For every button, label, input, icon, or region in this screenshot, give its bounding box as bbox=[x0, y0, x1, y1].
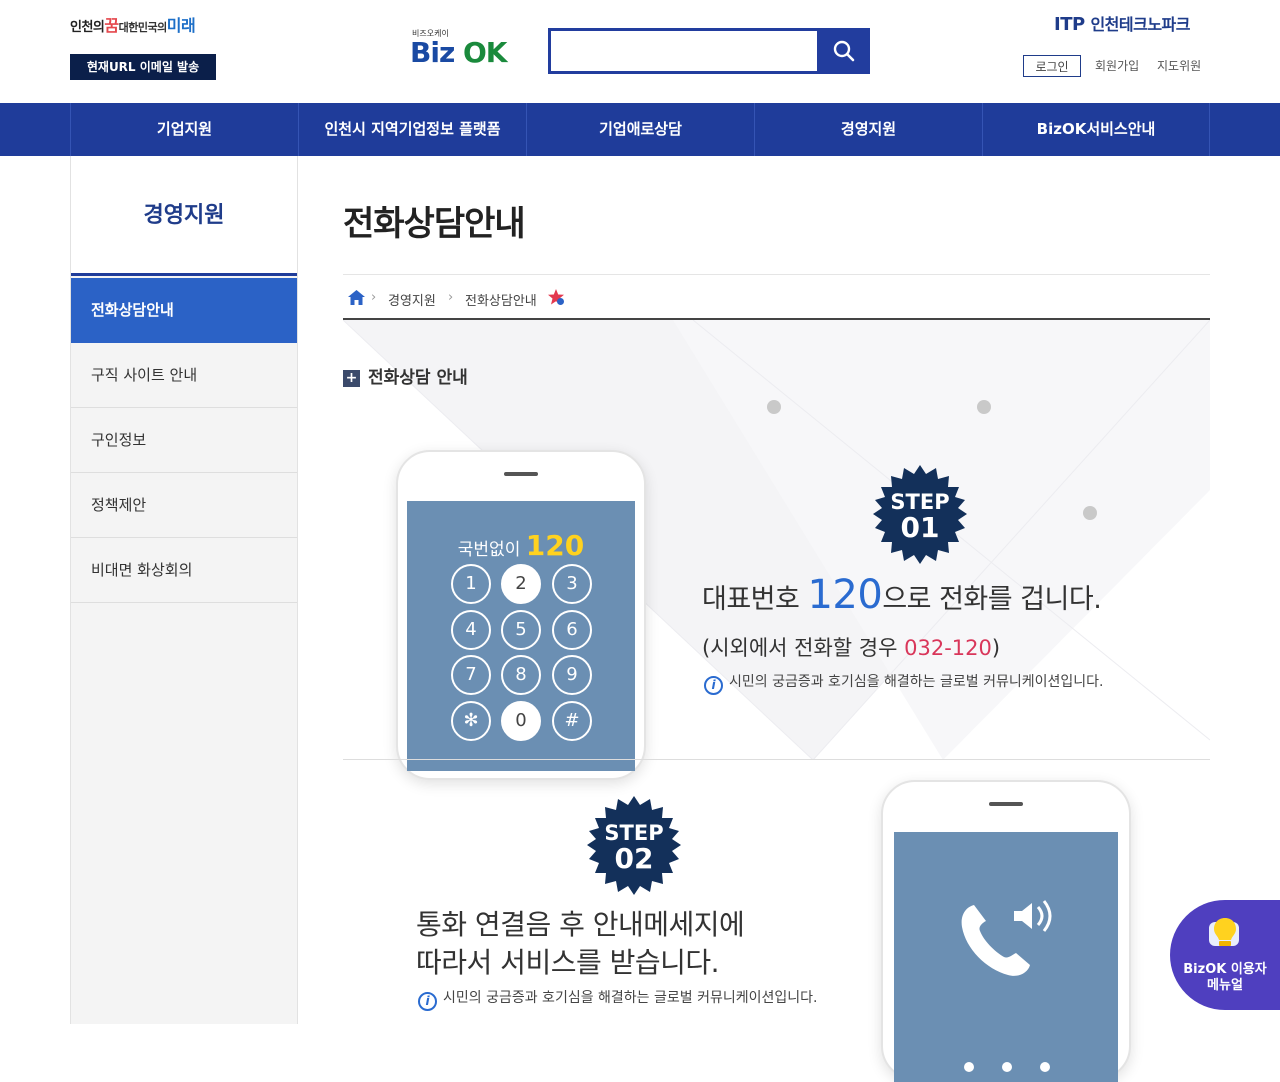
side-item-phone-consult[interactable]: 전화상담안내 bbox=[71, 278, 297, 343]
side-item-job-sites[interactable]: 구직 사이트 안내 bbox=[71, 343, 297, 408]
dot-indicator bbox=[1040, 1062, 1050, 1072]
email-url-button[interactable]: 현재URL 이메일 발송 bbox=[70, 54, 216, 80]
nav-item-regional-platform[interactable]: 인천시 지역기업정보 플랫폼 bbox=[298, 103, 526, 156]
site-header: 인천의꿈대한민국의미래 현재URL 이메일 발송 비즈오케이 Biz OK IT… bbox=[0, 0, 1280, 103]
bizok-logo[interactable]: 비즈오케이 Biz OK bbox=[410, 28, 530, 74]
step1-sub-pre: (시외에서 전화할 경우 bbox=[702, 636, 905, 660]
dial-key-1: 1 bbox=[451, 564, 491, 604]
phone-speaker bbox=[504, 472, 538, 476]
section-title: + 전화상담 안내 bbox=[343, 363, 468, 388]
dial-key-6: 6 bbox=[552, 610, 592, 650]
side-item-video-meeting[interactable]: 비대면 화상회의 bbox=[71, 538, 297, 603]
home-icon[interactable] bbox=[348, 290, 365, 305]
dial-key-hash: # bbox=[552, 701, 592, 741]
itp-name: 인천테크노파크 bbox=[1090, 15, 1190, 34]
search-input[interactable] bbox=[551, 31, 817, 71]
breadcrumb-item-current: 전화상담안내 bbox=[465, 294, 537, 309]
dot-indicator bbox=[1002, 1062, 1012, 1072]
login-link[interactable]: 로그인 bbox=[1023, 55, 1081, 77]
dial-prefix: 국번없이 bbox=[457, 540, 521, 560]
dial-key-2: 2 bbox=[501, 564, 541, 604]
main-nav: 기업지원 인천시 지역기업정보 플랫폼 기업애로상담 경영지원 BizOK서비스… bbox=[0, 103, 1280, 156]
join-link[interactable]: 회원가입 bbox=[1095, 55, 1139, 77]
logo-text: Biz OK bbox=[410, 36, 507, 69]
nav-item-consulting[interactable]: 기업애로상담 bbox=[526, 103, 754, 156]
search-icon bbox=[833, 40, 855, 62]
dial-key-9: 9 bbox=[552, 655, 592, 695]
itp-logo[interactable]: ITP 인천테크노파크 bbox=[1054, 11, 1214, 37]
nav-item-management[interactable]: 경영지원 bbox=[754, 103, 982, 156]
phone-speaker bbox=[989, 802, 1023, 806]
dial-title: 국번없이 120 bbox=[407, 529, 635, 562]
phone-screen bbox=[894, 832, 1118, 1082]
phone-dialpad-illustration: 국번없이 120 1 2 3 4 5 6 7 8 9 ✻ 0 # bbox=[396, 450, 646, 780]
step1-info-text: 시민의 궁금증과 호기심을 해결하는 글로벌 커뮤니케이션입니다. bbox=[729, 674, 1104, 690]
page-title: 전화상담안내 bbox=[343, 204, 526, 244]
slogan-part: 인천의 bbox=[70, 20, 105, 35]
step2-line2: 따라서 서비스를 받습니다. bbox=[416, 946, 720, 979]
side-item-policy[interactable]: 정책제안 bbox=[71, 473, 297, 538]
step1-info: i 시민의 궁금증과 호기심을 해결하는 글로벌 커뮤니케이션입니다. bbox=[704, 671, 1103, 695]
user-manual-line1: BizOK 이용자 bbox=[1183, 962, 1267, 977]
step1-sub-number: 032-120 bbox=[904, 636, 992, 660]
plus-icon: + bbox=[343, 370, 360, 387]
dial-key-star: ✻ bbox=[451, 701, 491, 741]
step2-info-text: 시민의 궁금증과 호기심을 해결하는 글로벌 커뮤니케이션입니다. bbox=[443, 990, 818, 1006]
dial-key-4: 4 bbox=[451, 610, 491, 650]
dial-number: 120 bbox=[525, 529, 585, 562]
section-title-text: 전화상담 안내 bbox=[368, 368, 468, 388]
slogan-part: 꿈 bbox=[104, 16, 119, 35]
dial-key-3: 3 bbox=[552, 564, 592, 604]
user-manual-label: BizOK 이용자 메뉴얼 bbox=[1170, 962, 1280, 994]
breadcrumb-item[interactable]: 경영지원 bbox=[388, 290, 436, 309]
dial-key-5: 5 bbox=[501, 610, 541, 650]
step1-text-number: 120 bbox=[807, 572, 883, 618]
dial-key-8: 8 bbox=[501, 655, 541, 695]
step1-main-text: 대표번호 120으로 전화를 겁니다. bbox=[702, 572, 1102, 618]
step-number: 02 bbox=[614, 842, 654, 875]
step2-info: i 시민의 궁금증과 호기심을 해결하는 글로벌 커뮤니케이션입니다. bbox=[418, 987, 817, 1011]
nav-item-bizok-service[interactable]: BizOK서비스안내 bbox=[982, 103, 1210, 156]
favorite-star-icon[interactable] bbox=[547, 288, 565, 306]
user-manual-floating-button[interactable]: BizOK 이용자 메뉴얼 bbox=[1170, 900, 1280, 1010]
phone-call-icon bbox=[961, 900, 1052, 976]
step2-line1: 통화 연결음 후 안내메세지에 bbox=[416, 908, 745, 941]
search-box bbox=[548, 28, 820, 74]
slogan-part: 대한민국의 bbox=[118, 21, 168, 34]
step1-text-post: 으로 전화를 겁니다. bbox=[882, 584, 1102, 615]
side-nav-title: 경영지원 bbox=[71, 156, 297, 276]
info-icon: i bbox=[704, 676, 723, 695]
slogan-logo[interactable]: 인천의꿈대한민국의미래 bbox=[70, 12, 240, 42]
lightbulb-icon bbox=[1209, 918, 1239, 946]
chevron-right-icon: › bbox=[448, 290, 454, 305]
search-button[interactable] bbox=[818, 28, 870, 74]
dial-key-7: 7 bbox=[451, 655, 491, 695]
user-manual-line2: 메뉴얼 bbox=[1207, 978, 1243, 993]
info-icon: i bbox=[418, 992, 437, 1011]
step-badge-01: STEP 01 bbox=[868, 463, 972, 567]
step-number: 01 bbox=[900, 511, 940, 544]
breadcrumb: › 경영지원 › 전화상담안내 bbox=[343, 274, 1210, 320]
sitemap-link[interactable]: 지도위원 bbox=[1157, 55, 1201, 77]
step-badge-02: STEP 02 bbox=[582, 794, 686, 898]
phone-call-illustration bbox=[881, 780, 1131, 1082]
side-nav: 경영지원 전화상담안내 구직 사이트 안내 구인정보 정책제안 비대면 화상회의 bbox=[70, 156, 298, 1024]
step1-sub-text: (시외에서 전화할 경우 032-120) bbox=[702, 632, 1000, 662]
dot-indicator bbox=[964, 1062, 974, 1072]
chevron-right-icon: › bbox=[371, 290, 377, 305]
logo-ok: OK bbox=[463, 36, 507, 69]
nav-item-company-support[interactable]: 기업지원 bbox=[70, 103, 298, 156]
step-divider bbox=[343, 759, 1210, 760]
logo-biz: Biz bbox=[410, 36, 455, 69]
step1-text-pre: 대표번호 bbox=[702, 584, 808, 615]
step1-sub-post: ) bbox=[991, 636, 1001, 660]
phone-screen: 국번없이 120 1 2 3 4 5 6 7 8 9 ✻ 0 # bbox=[407, 501, 635, 771]
dial-key-0: 0 bbox=[501, 701, 541, 741]
slogan-part: 미래 bbox=[166, 16, 196, 35]
side-item-job-info[interactable]: 구인정보 bbox=[71, 408, 297, 473]
itp-brand: ITP bbox=[1054, 14, 1085, 35]
